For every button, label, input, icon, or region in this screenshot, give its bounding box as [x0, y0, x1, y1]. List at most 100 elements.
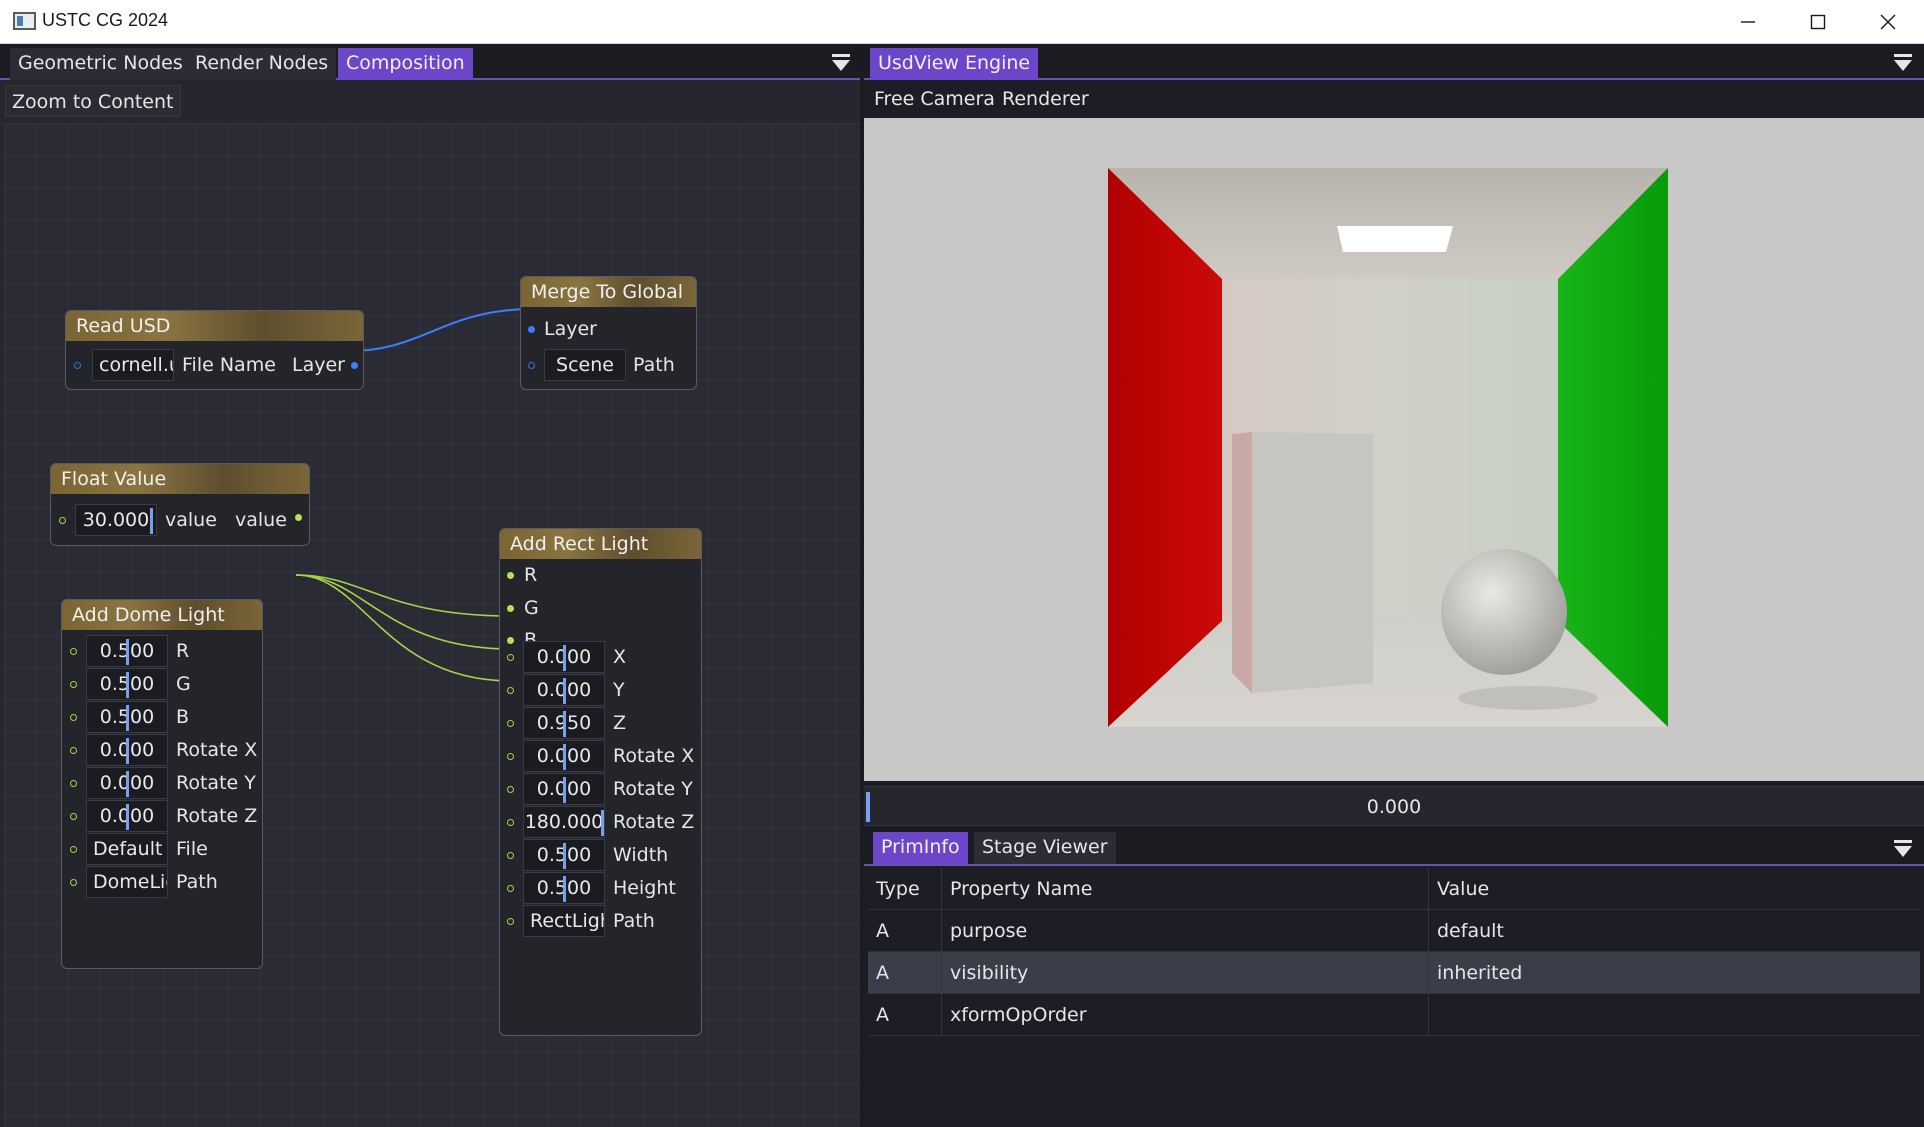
float-value-field[interactable]: 30.000	[75, 504, 157, 536]
param-field[interactable]: RectLight	[523, 905, 605, 937]
pin-input[interactable]	[70, 648, 77, 655]
tab-priminfo[interactable]: PrimInfo	[873, 832, 968, 864]
slider-grab[interactable]	[563, 711, 566, 737]
pin-input[interactable]	[70, 714, 77, 721]
pin-input[interactable]	[507, 819, 514, 826]
param-field[interactable]: 0.500	[86, 701, 168, 733]
pin-input[interactable]	[74, 362, 81, 369]
node-title: Add Rect Light	[500, 529, 701, 559]
pin-input-r[interactable]	[507, 572, 514, 579]
pin-input[interactable]	[507, 753, 514, 760]
node-float-value[interactable]: Float Value 30.000 value value	[50, 463, 310, 546]
maximize-button[interactable]	[1783, 0, 1853, 44]
param-label: X	[613, 646, 627, 668]
file-name-field[interactable]: cornell.usdc	[92, 349, 174, 381]
param-value: DomeLight	[93, 871, 167, 893]
table-row[interactable]: A purpose default	[868, 910, 1920, 952]
param-field[interactable]: 0.000	[86, 767, 168, 799]
param-field[interactable]: 0.000	[523, 641, 605, 673]
tab-usdview-engine[interactable]: UsdView Engine	[870, 48, 1039, 80]
slider-grab[interactable]	[126, 672, 129, 698]
param-label: Width	[613, 844, 669, 866]
slider-grab[interactable]	[126, 705, 129, 731]
column-header-value[interactable]: Value	[1429, 868, 1920, 910]
slider-grab[interactable]	[601, 810, 604, 836]
param-field[interactable]: 0.500	[523, 839, 605, 871]
pin-input[interactable]	[507, 654, 514, 661]
param-field[interactable]: 0.500	[86, 635, 168, 667]
pin-input-g[interactable]	[507, 605, 514, 612]
pin-input[interactable]	[507, 720, 514, 727]
node-param-row: 0.500 G	[62, 668, 262, 700]
minimize-button[interactable]	[1713, 0, 1783, 44]
param-field[interactable]: 0.000	[86, 800, 168, 832]
node-add-dome-light[interactable]: Add Dome Light 0.500 R 0.500 G 0.500 B 0.000 Ro…	[61, 599, 263, 969]
path-field[interactable]: Scene	[544, 349, 626, 381]
close-icon	[1880, 14, 1896, 30]
pin-input[interactable]	[507, 687, 514, 694]
wire-float-b	[295, 574, 512, 682]
pin-input[interactable]	[507, 786, 514, 793]
slider-grab[interactable]	[563, 876, 566, 902]
timeline-slider[interactable]: 0.000	[864, 786, 1924, 826]
node-merge-to-global[interactable]: Merge To Global Layer Scene Path	[520, 276, 697, 390]
slider-grab[interactable]	[126, 771, 129, 797]
pin-input[interactable]	[70, 846, 77, 853]
prim-tabbar: PrimInfo Stage Viewer	[864, 828, 1924, 866]
param-field[interactable]: 0.000	[523, 674, 605, 706]
slider-grab[interactable]	[563, 777, 566, 803]
wire-float-g	[295, 574, 512, 650]
table-row[interactable]: A visibility inherited	[868, 952, 1920, 994]
node-add-rect-light[interactable]: Add Rect Light R G B 0.000X0.000Y0.950Z0…	[499, 528, 702, 1036]
slider-grab[interactable]	[563, 678, 566, 704]
tab-composition[interactable]: Composition	[338, 48, 473, 80]
pin-input[interactable]	[507, 885, 514, 892]
slider-grab[interactable]	[126, 738, 129, 764]
pin-input[interactable]	[70, 681, 77, 688]
param-field[interactable]: 0.000	[86, 734, 168, 766]
tab-stage-viewer[interactable]: Stage Viewer	[974, 832, 1116, 864]
column-header-property[interactable]: Property Name	[942, 868, 1429, 910]
pin-input[interactable]	[70, 879, 77, 886]
node-param-row: 0.500 R	[62, 635, 262, 667]
menu-free-camera[interactable]: Free Camera	[874, 88, 995, 110]
param-field[interactable]: 0.000	[523, 740, 605, 772]
menu-renderer[interactable]: Renderer	[1002, 88, 1089, 110]
slider-grab[interactable]	[563, 645, 566, 671]
pin-input[interactable]	[507, 918, 514, 925]
zoom-to-content-button[interactable]: Zoom to Content	[5, 85, 181, 117]
column-header-type[interactable]: Type	[868, 868, 942, 910]
cell-value: default	[1437, 920, 1504, 942]
slider-grab[interactable]	[126, 639, 129, 665]
pin-input[interactable]	[70, 747, 77, 754]
table-row[interactable]: A xformOpOrder	[868, 994, 1920, 1036]
pin-output-value[interactable]	[295, 514, 302, 521]
param-field[interactable]: 0.000	[523, 773, 605, 805]
pin-input-path[interactable]	[528, 362, 535, 369]
node-read-usd[interactable]: Read USD cornell.usdc File Name Layer	[65, 310, 364, 390]
tab-geometric-nodes[interactable]: Geometric Nodes	[10, 48, 191, 80]
menu-dropdown-icon[interactable]	[1892, 837, 1914, 859]
pin-input-layer[interactable]	[528, 326, 535, 333]
pin-input[interactable]	[70, 780, 77, 787]
slider-grab[interactable]	[126, 804, 129, 830]
param-field[interactable]: 0.500	[523, 872, 605, 904]
slider-grab[interactable]	[563, 744, 566, 770]
param-field[interactable]: 0.950	[523, 707, 605, 739]
menu-dropdown-icon[interactable]	[830, 51, 852, 73]
param-field[interactable]: Default	[86, 833, 168, 865]
pin-input[interactable]	[59, 517, 66, 524]
param-field[interactable]: 0.500	[86, 668, 168, 700]
close-button[interactable]	[1853, 0, 1923, 44]
pin-output-layer[interactable]	[351, 362, 358, 369]
param-field[interactable]: DomeLight	[86, 866, 168, 898]
node-canvas[interactable]: Read USD cornell.usdc File Name Layer Me…	[4, 123, 860, 1127]
slider-grab[interactable]	[563, 843, 566, 869]
menu-dropdown-icon[interactable]	[1892, 51, 1914, 73]
slider-grab[interactable]	[150, 508, 153, 534]
pin-input[interactable]	[507, 852, 514, 859]
param-field[interactable]: 180.000	[523, 806, 605, 838]
window-title: USTC CG 2024	[42, 10, 169, 30]
tab-render-nodes[interactable]: Render Nodes	[187, 48, 337, 80]
pin-input[interactable]	[70, 813, 77, 820]
